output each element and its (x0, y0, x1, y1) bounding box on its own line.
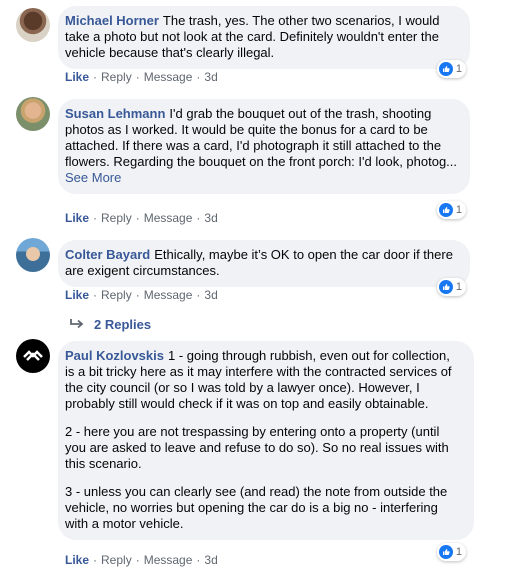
reply-link[interactable]: Reply (101, 211, 132, 225)
like-thumb-icon (438, 62, 453, 76)
timestamp[interactable]: 3d (204, 70, 217, 84)
reply-link[interactable]: Reply (101, 553, 132, 567)
reaction-count: 1 (455, 546, 462, 558)
message-link[interactable]: Message (144, 70, 193, 84)
comment-author[interactable]: Susan Lehmann (65, 106, 165, 121)
avatar-logo-icon (23, 350, 43, 361)
reaction-badge[interactable]: 1 (436, 201, 466, 219)
message-link[interactable]: Message (144, 211, 193, 225)
message-link[interactable]: Message (144, 288, 193, 302)
comment-actions: Like · Reply · Message · 3d (65, 211, 218, 225)
like-thumb-icon (438, 203, 453, 217)
like-thumb-icon (438, 280, 453, 294)
comment-bubble: Susan Lehmann I'd grab the bouquet out of… (58, 99, 470, 194)
like-thumb-icon (438, 545, 453, 559)
avatar[interactable] (16, 339, 50, 373)
avatar[interactable] (16, 238, 50, 272)
avatar[interactable] (16, 8, 50, 42)
reaction-badge[interactable]: 1 (436, 60, 466, 78)
comment-bubble: Paul Kozlovskis 1 - going through rubbish… (58, 341, 474, 540)
reaction-badge[interactable]: 1 (436, 543, 466, 561)
see-more-link[interactable]: See More (65, 170, 458, 186)
comment-author[interactable]: Paul Kozlovskis (65, 348, 164, 363)
comment-actions: Like · Reply · Message · 3d (65, 553, 218, 567)
like-link[interactable]: Like (65, 211, 89, 225)
reply-arrow-icon (70, 319, 84, 329)
comment-bubble: Michael Horner The trash, yes. The other … (58, 6, 470, 69)
view-replies-link[interactable]: 2 Replies (68, 315, 151, 333)
like-link[interactable]: Like (65, 70, 89, 84)
comment-actions: Like · Reply · Message · 3d (65, 288, 218, 302)
avatar[interactable] (16, 97, 50, 131)
comment-bubble: Colter Bayard Ethically, maybe it’s OK to… (58, 240, 470, 287)
timestamp[interactable]: 3d (204, 288, 217, 302)
comment-actions: Like · Reply · Message · 3d (65, 70, 218, 84)
reply-link[interactable]: Reply (101, 288, 132, 302)
comment-text: 3 - unless you can clearly see (and read… (65, 484, 448, 531)
message-link[interactable]: Message (144, 553, 193, 567)
timestamp[interactable]: 3d (204, 553, 217, 567)
like-link[interactable]: Like (65, 553, 89, 567)
reaction-count: 1 (455, 63, 462, 75)
reaction-count: 1 (455, 204, 462, 216)
reaction-badge[interactable]: 1 (436, 278, 466, 296)
comment-author[interactable]: Michael Horner (65, 13, 159, 28)
reaction-count: 1 (455, 281, 462, 293)
comment-text: 2 - here you are not trespassing by ente… (65, 424, 449, 471)
timestamp[interactable]: 3d (204, 211, 217, 225)
comment-author[interactable]: Colter Bayard (65, 247, 150, 262)
reply-link[interactable]: Reply (101, 70, 132, 84)
like-link[interactable]: Like (65, 288, 89, 302)
replies-label[interactable]: 2 Replies (94, 317, 151, 332)
